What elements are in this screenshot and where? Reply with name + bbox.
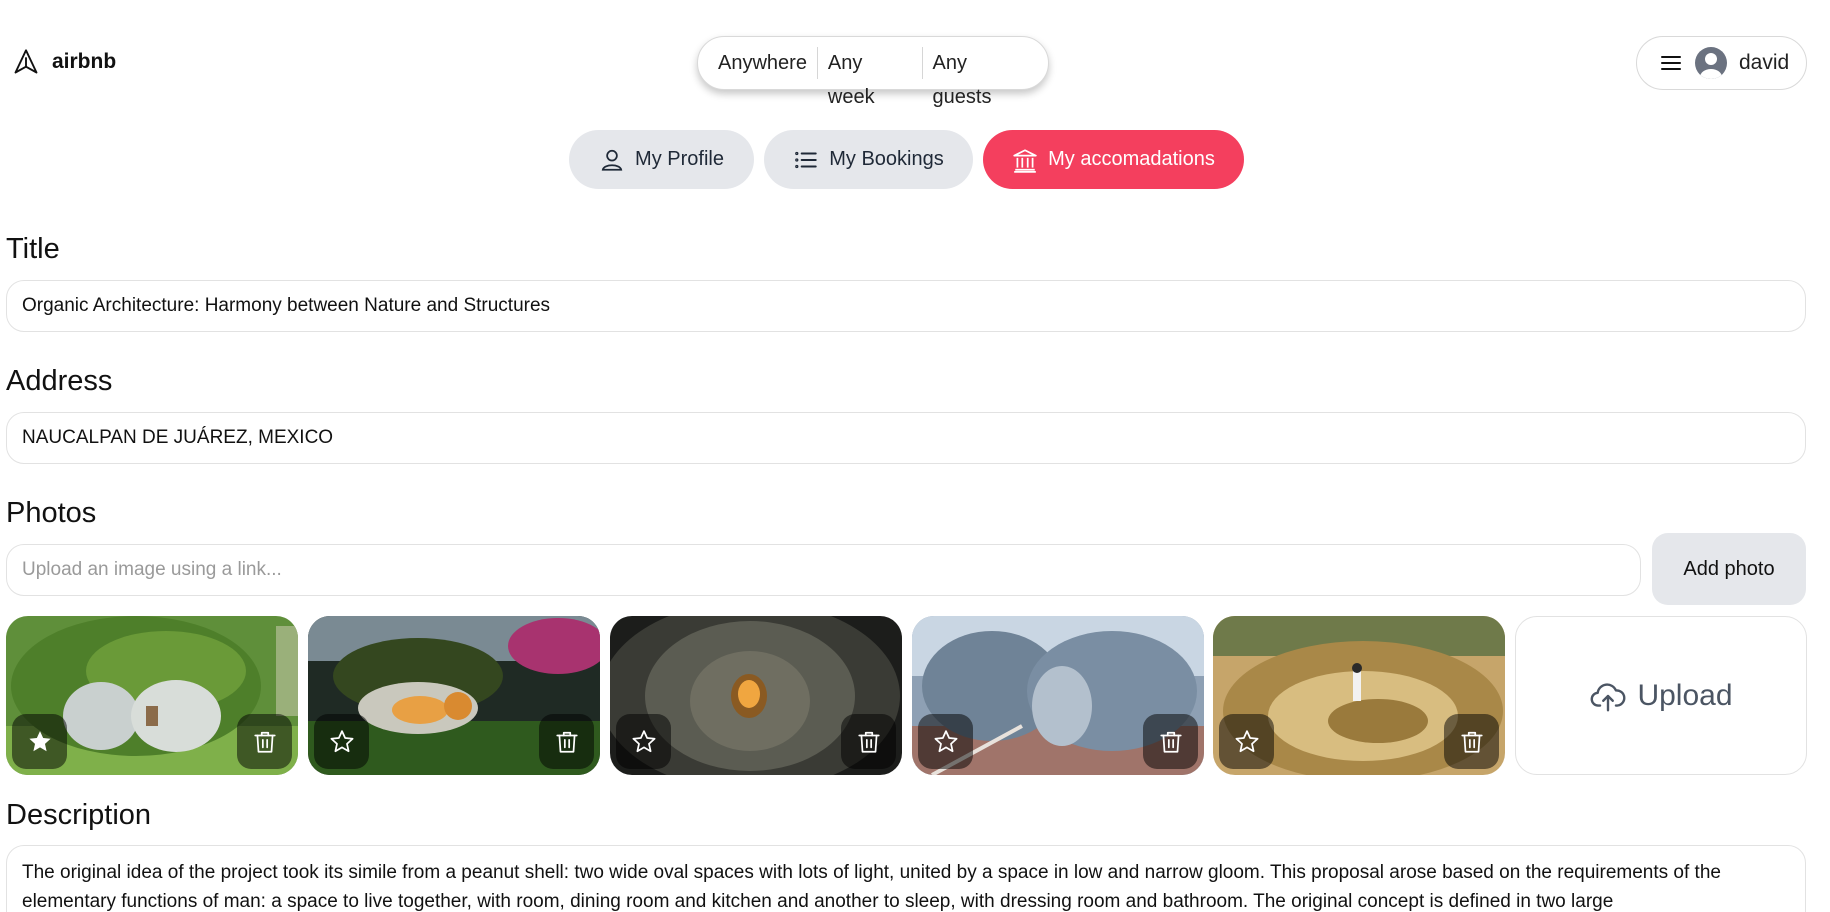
star-outline-icon [934, 729, 957, 752]
logo-text: airbnb [52, 50, 117, 73]
search-bar[interactable]: Anywhere Any week Any guests [697, 36, 1049, 108]
search-who[interactable]: Any guests [923, 46, 1038, 108]
photo-thumbnail[interactable] [1213, 616, 1505, 775]
delete-photo-button[interactable] [539, 714, 594, 769]
delete-photo-button[interactable] [1444, 714, 1499, 769]
hamburger-icon [1661, 56, 1681, 70]
user-name: david [1739, 51, 1790, 74]
trash-icon [857, 731, 880, 753]
photo-thumbnail[interactable] [6, 616, 298, 775]
photo-thumbnail[interactable] [610, 616, 902, 775]
user-menu-button[interactable]: david [1636, 36, 1807, 90]
tab-label: My accomadations [1048, 148, 1215, 170]
feature-photo-button[interactable] [12, 714, 67, 769]
star-outline-icon [330, 729, 353, 752]
trash-icon [253, 731, 276, 753]
add-photo-button[interactable]: Add photo [1652, 533, 1806, 605]
tab-my-profile[interactable]: My Profile [569, 130, 754, 189]
building-columns-icon [1013, 148, 1037, 173]
tab-my-bookings[interactable]: My Bookings [764, 130, 973, 189]
user-icon [601, 149, 623, 171]
address-label: Address [6, 365, 113, 397]
photo-thumbnail[interactable] [912, 616, 1204, 775]
photo-thumbnail[interactable] [308, 616, 600, 775]
feature-photo-button[interactable] [1219, 714, 1274, 769]
tab-label: My Profile [635, 148, 724, 170]
paper-plane-icon [14, 49, 38, 74]
user-avatar-icon [1695, 47, 1727, 79]
delete-photo-button[interactable] [1143, 714, 1198, 769]
feature-photo-button[interactable] [616, 714, 671, 769]
upload-photo-button[interactable]: Upload [1515, 616, 1807, 775]
trash-icon [1460, 731, 1483, 753]
title-label: Title [6, 233, 60, 265]
tab-my-accomadations[interactable]: My accomadations [983, 130, 1244, 189]
airbnb-logo[interactable]: airbnb [12, 48, 116, 76]
top-header: airbnb Anywhere Any week Any guests davi… [0, 0, 1830, 126]
trash-icon [555, 731, 578, 753]
address-input[interactable]: NAUCALPAN DE JUÁREZ, MEXICO [6, 412, 1806, 464]
feature-photo-button[interactable] [918, 714, 973, 769]
trash-icon [1159, 731, 1182, 753]
feature-photo-button[interactable] [314, 714, 369, 769]
photo-link-input[interactable]: Upload an image using a link... [6, 544, 1641, 596]
photos-label: Photos [6, 497, 97, 529]
search-when[interactable]: Any week [818, 46, 922, 108]
delete-photo-button[interactable] [841, 714, 896, 769]
delete-photo-button[interactable] [237, 714, 292, 769]
search-where[interactable]: Anywhere [708, 46, 817, 80]
title-input[interactable]: Organic Architecture: Harmony between Na… [6, 280, 1806, 332]
star-outline-icon [632, 729, 655, 752]
upload-label: Upload [1637, 678, 1733, 712]
star-filled-icon [28, 730, 51, 751]
star-outline-icon [1235, 729, 1258, 752]
cloud-upload-icon [1591, 682, 1626, 711]
description-textarea[interactable]: The original idea of the project took it… [6, 845, 1806, 912]
list-icon [795, 151, 817, 168]
description-label: Description [6, 799, 152, 831]
tab-label: My Bookings [829, 148, 944, 170]
